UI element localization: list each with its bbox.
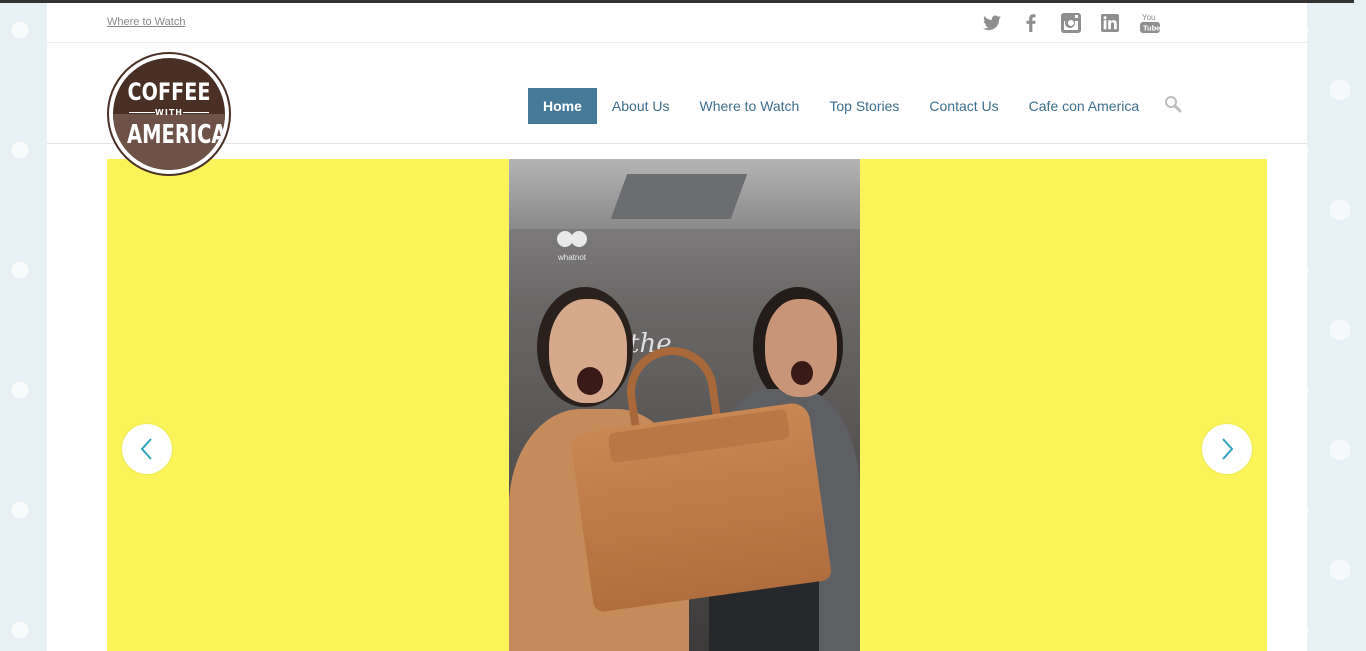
- logo-line-coffee: COFFEE: [127, 78, 211, 106]
- nav-where-to-watch[interactable]: Where to Watch: [685, 88, 815, 124]
- page-container: Where to Watch You Tube COFFEE WITH AMERI…: [47, 3, 1307, 651]
- watermark-text: whatnot: [557, 253, 587, 262]
- nav-about-us[interactable]: About Us: [597, 88, 685, 124]
- heart-logo-icon: [557, 231, 587, 251]
- instagram-icon[interactable]: [1060, 11, 1082, 35]
- nav-cafe-con-america[interactable]: Cafe con America: [1014, 88, 1155, 124]
- nav-contact-us[interactable]: Contact Us: [914, 88, 1013, 124]
- linkedin-icon[interactable]: [1099, 11, 1121, 35]
- site-logo[interactable]: COFFEE WITH AMERICA: [107, 52, 231, 176]
- svg-text:Tube: Tube: [1143, 24, 1160, 33]
- chevron-right-icon: [1222, 438, 1234, 460]
- logo-line-with: WITH: [155, 108, 183, 117]
- slider-next-button[interactable]: [1202, 424, 1252, 474]
- main-nav: Home About Us Where to Watch Top Stories…: [528, 88, 1154, 124]
- slide-video-frame[interactable]: whatnot the: [509, 159, 860, 651]
- nav-home[interactable]: Home: [528, 88, 597, 124]
- slider-prev-button[interactable]: [122, 424, 172, 474]
- search-icon[interactable]: [1164, 95, 1184, 115]
- hero-slider: whatnot the: [107, 159, 1267, 651]
- where-to-watch-link[interactable]: Where to Watch: [107, 16, 185, 28]
- chevron-left-icon: [140, 438, 152, 460]
- youtube-icon[interactable]: You Tube: [1139, 11, 1161, 35]
- utility-bar: Where to Watch You Tube: [47, 3, 1307, 43]
- logo-line-america: AMERICA: [127, 120, 225, 150]
- site-header: COFFEE WITH AMERICA Home About Us Where …: [47, 43, 1307, 176]
- nav-top-stories[interactable]: Top Stories: [814, 88, 914, 124]
- twitter-icon[interactable]: [981, 11, 1003, 35]
- whatnot-watermark: whatnot: [555, 231, 589, 262]
- facebook-icon[interactable]: [1020, 11, 1042, 35]
- svg-text:You: You: [1142, 13, 1156, 22]
